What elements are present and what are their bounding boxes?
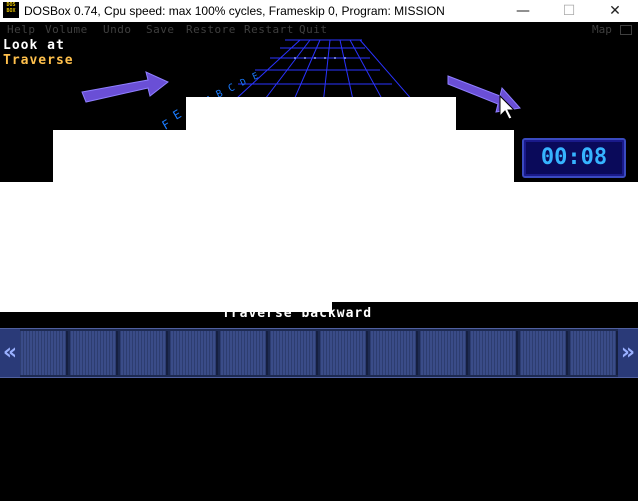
render-gap-mid (53, 130, 514, 184)
timer-value: 00:08 (540, 145, 608, 170)
menu-help[interactable]: Help (7, 23, 36, 37)
render-gap-top (186, 97, 456, 132)
letter-e2: E (251, 71, 260, 82)
inventory-slot[interactable] (570, 331, 618, 375)
inventory-slot[interactable] (470, 331, 518, 375)
dosbox-icon-line-2: BOX (6, 8, 16, 14)
letter-e: E (171, 107, 184, 123)
inventory-slot[interactable] (320, 331, 368, 375)
window-title: DOSBox 0.74, Cpu speed: max 100% cycles,… (24, 4, 445, 18)
window-title-bar: DOS BOX DOSBox 0.74, Cpu speed: max 100%… (0, 0, 638, 23)
inventory-slot[interactable] (370, 331, 418, 375)
inventory-slot[interactable] (270, 331, 318, 375)
inventory-slot[interactable] (220, 331, 268, 375)
countdown-timer: 00:08 (522, 138, 626, 178)
menu-bar: Help Volume Undo Save Restore Restart Qu… (0, 22, 638, 38)
menu-map[interactable]: Map (592, 23, 612, 37)
game-viewport[interactable]: F E A B C D E Help Volume Undo Save Rest… (0, 22, 638, 501)
inventory-slot[interactable] (120, 331, 168, 375)
letter-d: D (239, 77, 248, 88)
inventory-scroll-right-button[interactable]: » (618, 329, 638, 377)
inventory-bar: « » (0, 328, 638, 378)
render-gap-wide (0, 182, 638, 302)
inventory-slot[interactable] (170, 331, 218, 375)
minimize-button[interactable]: — (500, 0, 546, 22)
inventory-scroll-left-button[interactable]: « (0, 329, 20, 377)
maximize-button[interactable]: ☐ (546, 0, 592, 22)
inventory-slot[interactable] (420, 331, 468, 375)
action-target-label: Traverse (3, 53, 74, 68)
close-button[interactable]: ✕ (592, 0, 638, 22)
menu-volume[interactable]: Volume (45, 23, 88, 37)
hover-caption: Traverse backward (222, 306, 373, 321)
menu-quit[interactable]: Quit (299, 23, 328, 37)
menu-restart[interactable]: Restart (244, 23, 294, 37)
menu-restore[interactable]: Restore (186, 23, 236, 37)
letter-c: C (227, 82, 237, 95)
inventory-slot[interactable] (70, 331, 118, 375)
left-arrow-shape (81, 71, 169, 103)
inventory-slot[interactable] (20, 331, 68, 375)
menu-save[interactable]: Save (146, 23, 175, 37)
action-verb-label: Look at (3, 38, 65, 53)
inventory-slot[interactable] (520, 331, 568, 375)
dosbox-icon[interactable]: DOS BOX (3, 2, 19, 18)
map-icon[interactable] (620, 25, 632, 35)
menu-undo[interactable]: Undo (103, 23, 132, 37)
